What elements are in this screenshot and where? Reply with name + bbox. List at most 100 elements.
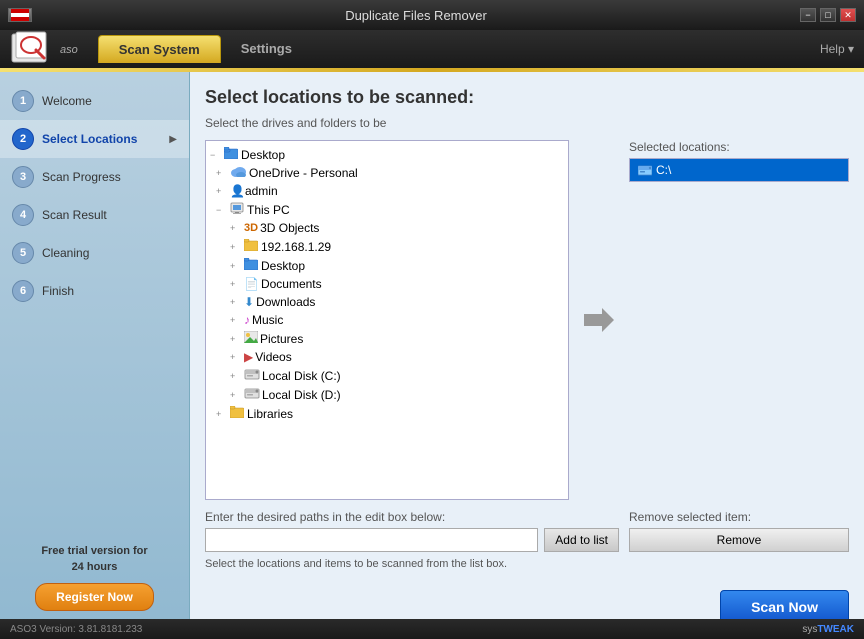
tree-label-pictures: Pictures (260, 332, 303, 346)
music-icon: ♪ (244, 313, 250, 327)
documents-icon: 📄 (244, 277, 259, 291)
tree-label-desktop-sub: Desktop (261, 259, 305, 273)
sidebar-item-select-locations[interactable]: 2 Select Locations ▶ (0, 120, 189, 158)
nav-tabs: Scan System Settings (98, 35, 312, 63)
content-area: Select locations to be scanned: Select t… (190, 72, 864, 639)
tree-item-3d[interactable]: + 3D 3D Objects (206, 219, 568, 237)
path-input[interactable] (205, 528, 538, 552)
tree-item-music[interactable]: + ♪ Music (206, 311, 568, 329)
selected-item-c[interactable]: C:\ (630, 159, 848, 181)
arrow-right-icon (579, 140, 619, 500)
tree-item-downloads[interactable]: + ⬇ Downloads (206, 293, 568, 311)
minimize-button[interactable]: − (800, 8, 816, 22)
tab-settings[interactable]: Settings (221, 35, 312, 63)
chevron-right-icon: ▶ (169, 134, 177, 145)
footer: ASO3 Version: 3.81.8181.233 sysTWEAK (0, 619, 864, 639)
menubar: aso Scan System Settings Help ▾ (0, 30, 864, 68)
help-button[interactable]: Help ▾ (820, 42, 854, 56)
window-controls: − □ ✕ (800, 8, 856, 22)
tree-item-desktop[interactable]: − Desktop (206, 145, 568, 164)
tree-item-disk-d[interactable]: + Local Disk (D:) (206, 385, 568, 404)
tree-item-videos[interactable]: + ▶ Videos (206, 348, 568, 366)
step-4-circle: 4 (12, 204, 34, 226)
selected-locations-panel: C:\ (629, 158, 849, 182)
tree-label-disk-d: Local Disk (D:) (262, 388, 341, 402)
tree-item-onedrive[interactable]: + OneDrive - Personal (206, 164, 568, 182)
step-3-circle: 3 (12, 166, 34, 188)
logo-text: aso (60, 44, 78, 56)
path-label: Enter the desired paths in the edit box … (205, 510, 619, 524)
page-title: Select locations to be scanned: (205, 87, 849, 108)
tree-item-disk-c[interactable]: + Local Disk (C:) (206, 366, 568, 385)
free-trial-text: Free trial version for 24 hours Register… (0, 534, 189, 629)
flag-icon (8, 8, 32, 22)
tree-label-videos: Videos (255, 350, 291, 364)
remove-selected-label: Remove selected item: (629, 510, 849, 524)
step-2-circle: 2 (12, 128, 34, 150)
version-text: ASO3 Version: 3.81.8181.233 (10, 624, 142, 635)
person-icon: 👤 (230, 184, 245, 198)
tree-item-pictures[interactable]: + Pictures (206, 329, 568, 348)
titlebar: Duplicate Files Remover − □ ✕ (0, 0, 864, 30)
tree-label-thispc: This PC (247, 203, 290, 217)
sidebar-item-finish[interactable]: 6 Finish (0, 272, 189, 310)
sidebar-label-welcome: Welcome (42, 94, 92, 108)
main-layout: 1 Welcome 2 Select Locations ▶ 3 Scan Pr… (0, 72, 864, 639)
restore-button[interactable]: □ (820, 8, 836, 22)
tree-panel[interactable]: − Desktop + (205, 140, 569, 500)
panels: − Desktop + (205, 140, 849, 500)
videos-icon: ▶ (244, 350, 253, 364)
tree-label-music: Music (252, 313, 283, 327)
sidebar-item-scan-result[interactable]: 4 Scan Result (0, 196, 189, 234)
sidebar-label-select-locations: Select Locations (42, 132, 137, 146)
sidebar-item-cleaning[interactable]: 5 Cleaning (0, 234, 189, 272)
tree-scroll[interactable]: − Desktop + (206, 141, 568, 499)
remove-section: Remove selected item: Remove (629, 510, 849, 570)
tree-label-onedrive: OneDrive - Personal (249, 166, 358, 180)
bottom-section: Enter the desired paths in the edit box … (205, 510, 849, 570)
tab-scan-system[interactable]: Scan System (98, 35, 221, 63)
sidebar-item-scan-progress[interactable]: 3 Scan Progress (0, 158, 189, 196)
step-6-circle: 6 (12, 280, 34, 302)
selected-item-label: C:\ (656, 163, 671, 177)
tree-label-3d: 3D Objects (260, 221, 319, 235)
selected-panel-wrapper: Selected locations: C:\ (629, 140, 849, 500)
selected-locations-label: Selected locations: (629, 140, 849, 154)
path-input-row: Add to list (205, 528, 619, 552)
logo-area: aso (10, 30, 78, 68)
register-button[interactable]: Register Now (35, 583, 154, 611)
tree-label-admin: admin (245, 184, 278, 198)
hint-text: Select the locations and items to be sca… (205, 558, 619, 570)
tree-label-desktop: Desktop (241, 148, 285, 162)
tree-item-admin[interactable]: + 👤 admin (206, 182, 568, 200)
systweak-logo: sysTWEAK (802, 624, 854, 635)
tree-label-disk-c: Local Disk (C:) (262, 369, 341, 383)
app-logo-icon (10, 30, 52, 68)
tree-label-documents: Documents (261, 277, 322, 291)
step-1-circle: 1 (12, 90, 34, 112)
sidebar-item-welcome[interactable]: 1 Welcome (0, 82, 189, 120)
downloads-icon: ⬇ (244, 295, 254, 309)
tree-item-network[interactable]: + 192.168.1.29 (206, 237, 568, 256)
close-button[interactable]: ✕ (840, 8, 856, 22)
sidebar: 1 Welcome 2 Select Locations ▶ 3 Scan Pr… (0, 72, 190, 639)
remove-button[interactable]: Remove (629, 528, 849, 552)
content-subtitle: Select the drives and folders to be (205, 116, 849, 130)
tree-item-desktop-sub[interactable]: + Desktop (206, 256, 568, 275)
step-5-circle: 5 (12, 242, 34, 264)
tree-label-downloads: Downloads (256, 295, 315, 309)
drive-icon (638, 164, 652, 176)
tree-item-libraries[interactable]: + Libraries (206, 404, 568, 423)
tree-label-network: 192.168.1.29 (261, 240, 331, 254)
tree-item-documents[interactable]: + 📄 Documents (206, 275, 568, 293)
app-title: Duplicate Files Remover (32, 8, 800, 23)
tree-label-libraries: Libraries (247, 407, 293, 421)
sidebar-label-cleaning: Cleaning (42, 246, 89, 260)
sidebar-label-scan-progress: Scan Progress (42, 170, 121, 184)
tree-item-thispc[interactable]: − This PC (206, 200, 568, 219)
sidebar-label-scan-result: Scan Result (42, 208, 107, 222)
3d-icon: 3D (244, 222, 258, 234)
sidebar-label-finish: Finish (42, 284, 74, 298)
add-to-list-button[interactable]: Add to list (544, 528, 619, 552)
path-section: Enter the desired paths in the edit box … (205, 510, 619, 570)
